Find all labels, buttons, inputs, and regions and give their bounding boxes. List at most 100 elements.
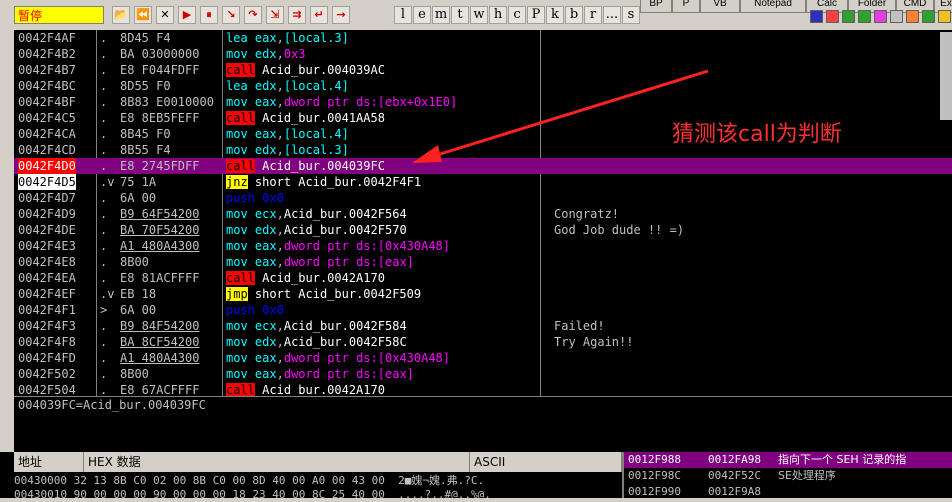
disasm-row[interactable]: 0042F4F3. B9 84F54200 mov ecx,Acid_bur.004… <box>14 318 952 334</box>
instruction-token <box>248 367 255 381</box>
run-icon[interactable]: ▶ <box>178 6 196 24</box>
disasm-row[interactable]: 0042F4E3. A1 480A4300 mov eax,dword ptr ds… <box>14 238 952 254</box>
disasm-row[interactable]: 0042F4E8. 8B00 mov eax,dword ptr ds:[eax] <box>14 254 952 270</box>
toolbar-letter-button[interactable]: l <box>394 6 412 24</box>
toolbar-letter-button[interactable]: t <box>451 6 469 24</box>
plugin-icon[interactable] <box>858 10 871 23</box>
row-address: 0042F4D5 <box>18 174 76 190</box>
instruction-token: dword ptr ds:[eax] <box>283 255 414 269</box>
stack-pane[interactable]: 0012F988 0012FA98 指向下一个 SEH 记录的指 0012F98C 00… <box>622 452 952 498</box>
disasm-row[interactable]: 0042F4D7. 6A 00 push 0x0 <box>14 190 952 206</box>
dump-row[interactable]: 00430010 90 00 00 00 90 00 00 00 18 23 4… <box>14 488 622 502</box>
row-address: 0042F4E3 <box>18 239 76 253</box>
plugin-icon[interactable] <box>810 10 823 23</box>
disasm-row[interactable]: 0042F4EA. E8 81ACFFFF call Acid_bur.0042A1… <box>14 270 952 286</box>
instruction-token <box>248 31 255 45</box>
stack-row[interactable]: 0012F98C 0042F52C SE处理程序 <box>624 468 952 484</box>
row-address: 0042F4D0 <box>18 158 76 174</box>
plugin-icon[interactable] <box>826 10 839 23</box>
stack-comment: 指向下一个 SEH 记录的指 <box>778 453 907 466</box>
rewind-icon[interactable]: ⏪ <box>134 6 152 24</box>
goto-icon[interactable]: → <box>332 6 350 24</box>
plugin-icon[interactable] <box>906 10 919 23</box>
plugin-icon[interactable] <box>890 10 903 23</box>
trace-into-icon[interactable]: ⇲ <box>266 6 284 24</box>
row-address: 0042F4F8 <box>18 335 76 349</box>
disasm-row[interactable]: 0042F4EF .v EB 18 jmp short Acid_bur.0042F5… <box>14 286 952 302</box>
disasm-row[interactable]: 0042F4F1 >6A 00 push 0x0 <box>14 302 952 318</box>
toolbar-letter-button[interactable]: ... <box>603 6 621 24</box>
disasm-row[interactable]: 0042F4B2. BA 03000000 mov edx,0x3 <box>14 46 952 62</box>
row-instruction: mov eax,dword ptr ds:[eax] <box>226 254 414 270</box>
disasm-row[interactable]: 0042F4D5 .v 75 1A jnz short Acid_bur.0042F4… <box>14 174 952 190</box>
toolbar-letter-button[interactable]: w <box>470 6 488 24</box>
instruction-token: call <box>226 271 255 285</box>
disasm-row[interactable]: 0042F502. 8B00 mov eax,dword ptr ds:[eax] <box>14 366 952 382</box>
disasm-row[interactable]: 0042F4F8. BA 8CF54200 mov edx,Acid_bur.004… <box>14 334 952 350</box>
row-instruction: mov edx,0x3 <box>226 46 306 62</box>
stack-row[interactable]: 0012F988 0012FA98 指向下一个 SEH 记录的指 <box>624 452 952 468</box>
row-instruction: mov ecx,Acid_bur.0042F564 <box>226 206 407 222</box>
plugin-tab[interactable]: P <box>672 0 700 13</box>
plugin-tab[interactable]: Notepad <box>740 0 806 13</box>
instruction-token: , <box>276 143 284 157</box>
row-marker: . <box>100 239 108 253</box>
plugin-icon[interactable] <box>874 10 887 23</box>
open-icon[interactable]: 📂 <box>112 6 130 24</box>
row-hex: 8B55 F4 <box>120 143 171 157</box>
disasm-row[interactable]: 0042F4FD. A1 480A4300 mov eax,dword ptr ds… <box>14 350 952 366</box>
plugin-tab[interactable]: Folder <box>848 0 896 13</box>
dump-header-ascii[interactable]: ASCII <box>470 452 622 472</box>
trace-over-icon[interactable]: ⇉ <box>288 6 306 24</box>
disasm-row[interactable]: 0042F4BC. 8D55 F0 lea edx,[local.4] <box>14 78 952 94</box>
row-instruction: push 0x0 <box>226 302 284 318</box>
instruction-token <box>248 207 255 221</box>
disasm-row[interactable]: 0042F4AF. 8D45 F4 lea eax,[local.3] <box>14 30 952 46</box>
toolbar-letter-button[interactable]: b <box>565 6 583 24</box>
plugin-icon[interactable] <box>842 10 855 23</box>
toolbar-letter-button[interactable]: e <box>413 6 431 24</box>
plugin-icon[interactable] <box>922 10 935 23</box>
dump-header-hex[interactable]: HEX 数据 <box>84 452 470 472</box>
close-icon[interactable]: ✕ <box>156 6 174 24</box>
row-comment: Congratz! <box>554 207 620 221</box>
disasm-row[interactable]: 0042F4D9. B9 64F54200 mov ecx,Acid_bur.004… <box>14 206 952 222</box>
dump-header-address[interactable]: 地址 <box>14 452 84 472</box>
disasm-row-selected[interactable]: 0042F4D0. E8 2745FDFF call Acid_bur.004039… <box>14 158 952 174</box>
toolbar-letter-button[interactable]: P <box>527 6 545 24</box>
row-instruction: lea eax,[local.3] <box>226 30 349 46</box>
pause-icon[interactable]: ⏸ <box>200 6 218 24</box>
scrollbar[interactable] <box>940 32 952 120</box>
disassembly-pane[interactable]: 0042F4AF. 8D45 F4 lea eax,[local.3] 0042F4B… <box>14 30 952 396</box>
plugin-tab[interactable]: BP <box>640 0 672 13</box>
instruction-token <box>248 127 255 141</box>
row-marker: . <box>100 143 108 157</box>
toolbar-letter-button[interactable]: h <box>489 6 507 24</box>
toolbar-letter-button[interactable]: s <box>622 6 640 24</box>
disasm-row[interactable]: 0042F504. E8 67ACFFFF call Acid_bur.0042A1… <box>14 382 952 396</box>
instruction-token: Acid_bur.0042F58C <box>283 335 407 349</box>
execute-till-return-icon[interactable]: ↵ <box>310 6 328 24</box>
plugin-icon[interactable] <box>938 10 951 23</box>
disasm-row[interactable]: 0042F4BF. 8B83 E0010000 mov eax,dword ptr … <box>14 94 952 110</box>
row-hex: E8 67ACFFFF <box>120 383 200 396</box>
row-hex: 8D45 F4 <box>120 31 171 45</box>
dump-row[interactable]: 00430000 32 13 8B C0 02 00 8B C0 00 8D 4… <box>14 474 622 488</box>
step-over-icon[interactable]: ↷ <box>244 6 262 24</box>
instruction-token: short Acid_bur.0042F509 <box>254 287 422 301</box>
disasm-row[interactable]: 0042F4DE. BA 70F54200 mov edx,Acid_bur.004… <box>14 222 952 238</box>
memory-dump-pane[interactable]: 地址 HEX 数据 ASCII 00430000 32 13 8B C0 02 … <box>0 452 622 501</box>
toolbar-letter-button[interactable]: k <box>546 6 564 24</box>
toolbar-letter-button[interactable]: m <box>432 6 450 24</box>
disasm-row[interactable]: 0042F4B7. E8 F044FDFF call Acid_bur.004039… <box>14 62 952 78</box>
toolbar-letter-button[interactable]: c <box>508 6 526 24</box>
row-instruction: mov edx,[local.3] <box>226 142 349 158</box>
toolbar-letter-button[interactable]: r <box>584 6 602 24</box>
instruction-token: 0x0 <box>262 303 284 317</box>
instruction-token: mov <box>226 255 248 269</box>
instruction-token: , <box>276 223 284 237</box>
instruction-token: [local.3] <box>283 143 349 157</box>
row-marker: . <box>100 127 108 141</box>
plugin-tab[interactable]: VB <box>700 0 740 13</box>
step-into-icon[interactable]: ↘ <box>222 6 240 24</box>
